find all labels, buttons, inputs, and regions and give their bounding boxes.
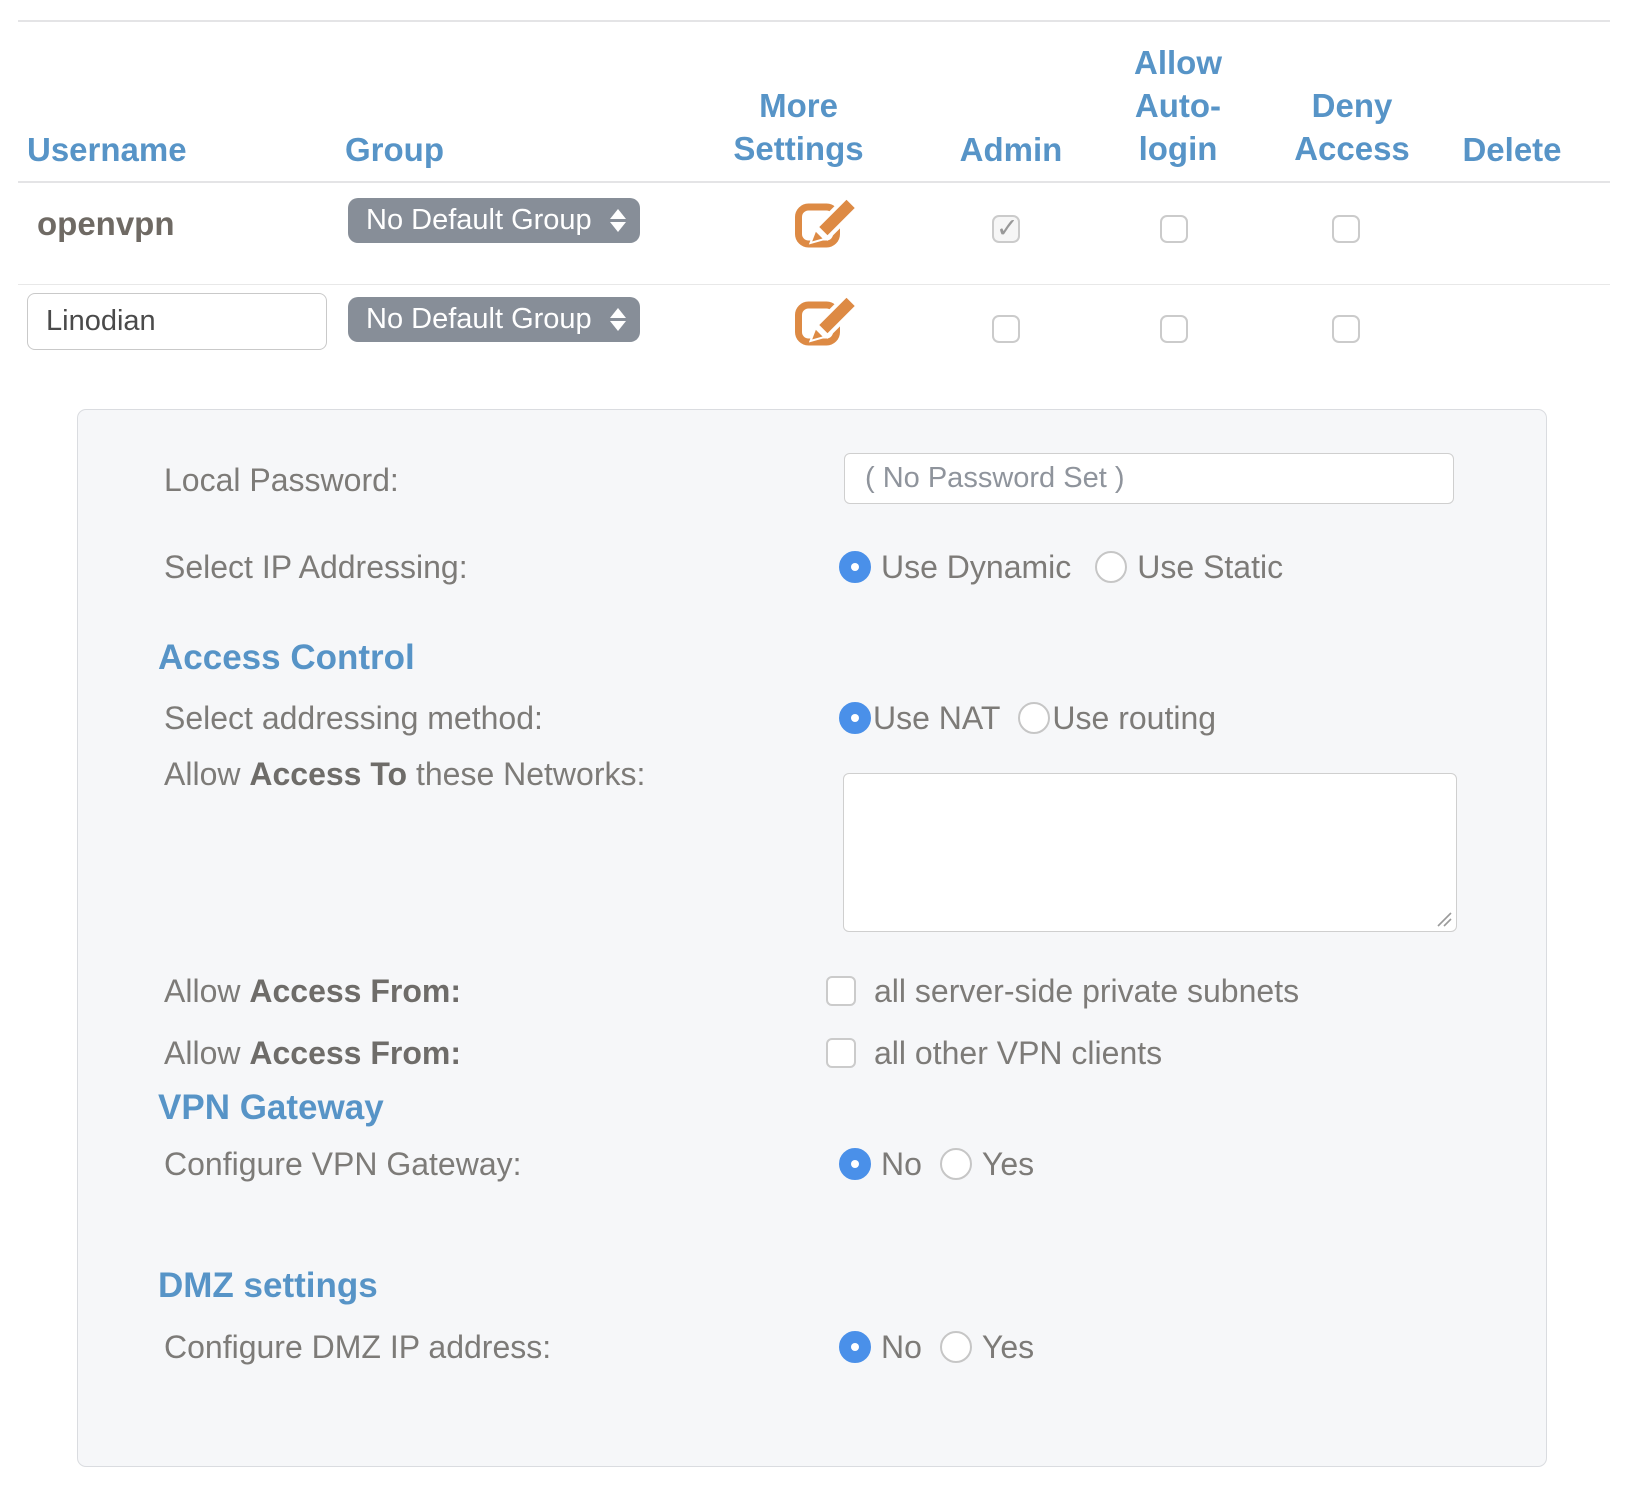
access-from-subnets-label: Allow Access From:: [164, 971, 461, 1011]
dmz-radio-group: No Yes: [839, 1327, 1034, 1367]
access-control-heading: Access Control: [158, 636, 415, 680]
deny-access-checkbox[interactable]: [1332, 215, 1360, 243]
row-divider: [18, 284, 1610, 285]
server-subnets-checkbox[interactable]: [826, 976, 856, 1006]
dmz-yes-label: Yes: [982, 1329, 1034, 1366]
more-settings-line1: More: [716, 84, 881, 127]
dmz-no-radio[interactable]: [839, 1331, 871, 1363]
ip-addressing-label: Select IP Addressing:: [164, 547, 468, 587]
access-to-post: these Networks:: [407, 756, 645, 792]
column-header-deny-access: Deny Access: [1277, 84, 1427, 170]
edit-settings-icon[interactable]: [793, 295, 860, 346]
local-password-input[interactable]: [844, 453, 1454, 504]
access-from-pre: Allow: [164, 973, 249, 1009]
server-subnets-label: all server-side private subnets: [874, 973, 1299, 1010]
deny-access-checkbox[interactable]: [1332, 315, 1360, 343]
autologin-checkbox[interactable]: [1160, 215, 1188, 243]
use-static-label: Use Static: [1137, 549, 1283, 586]
configure-vpn-gateway-label: Configure VPN Gateway:: [164, 1144, 522, 1184]
autologin-checkbox[interactable]: [1160, 315, 1188, 343]
admin-checkbox[interactable]: [992, 215, 1020, 243]
addressing-method-label: Select addressing method:: [164, 698, 543, 738]
use-nat-radio[interactable]: [839, 702, 871, 734]
more-settings-line2: Settings: [716, 127, 881, 170]
local-password-label: Local Password:: [164, 460, 399, 500]
column-header-allow-autologin: Allow Auto- login: [1103, 41, 1253, 170]
configure-dmz-label: Configure DMZ IP address:: [164, 1327, 551, 1367]
access-from-clients-label: Allow Access From:: [164, 1033, 461, 1073]
dmz-settings-heading: DMZ settings: [158, 1264, 378, 1308]
column-header-admin: Admin: [946, 128, 1076, 171]
use-dynamic-label: Use Dynamic: [881, 549, 1071, 586]
column-header-username: Username: [27, 128, 187, 171]
access-to-networks-label: Allow Access To these Networks:: [164, 754, 645, 794]
edit-settings-icon[interactable]: [793, 197, 860, 248]
group-select[interactable]: No Default Group: [348, 198, 640, 243]
other-vpn-clients-checkbox[interactable]: [826, 1038, 856, 1068]
access-to-bold: Access To: [249, 756, 407, 792]
vpn-gateway-radio-group: No Yes: [839, 1144, 1034, 1184]
group-select-value: No Default Group: [366, 303, 592, 336]
vpn-gateway-heading: VPN Gateway: [158, 1086, 384, 1130]
use-routing-label: Use routing: [1052, 700, 1216, 737]
column-header-delete: Delete: [1437, 128, 1587, 171]
access-networks-field: [843, 773, 1457, 932]
access-from-bold: Access From:: [249, 973, 461, 1009]
access-from-subnets-row: all server-side private subnets: [826, 971, 1299, 1011]
select-arrows-icon: [610, 308, 626, 331]
deny-access-line1: Deny: [1277, 84, 1427, 127]
dmz-no-label: No: [881, 1329, 922, 1366]
allow-autologin-line1: Allow: [1103, 41, 1253, 84]
use-dynamic-radio[interactable]: [839, 551, 871, 583]
use-routing-radio[interactable]: [1018, 702, 1050, 734]
ip-addressing-radio-group: Use Dynamic Use Static: [839, 547, 1283, 587]
addressing-method-radio-group: Use NAT Use routing: [839, 698, 1216, 738]
column-header-group: Group: [345, 128, 444, 171]
access-networks-textarea[interactable]: [843, 773, 1457, 932]
vpn-gateway-yes-radio[interactable]: [940, 1148, 972, 1180]
vpn-gateway-no-label: No: [881, 1146, 922, 1183]
user-settings-panel: Local Password: Select IP Addressing: Us…: [77, 409, 1547, 1467]
select-arrows-icon: [610, 209, 626, 232]
access-from-clients-row: all other VPN clients: [826, 1033, 1162, 1073]
allow-autologin-line2: Auto-: [1103, 84, 1253, 127]
user-permissions-page: Username Group More Settings Admin Allow…: [0, 0, 1628, 1502]
access-from-pre: Allow: [164, 1035, 249, 1071]
admin-checkbox[interactable]: [992, 315, 1020, 343]
username-input[interactable]: [27, 293, 327, 350]
other-vpn-clients-label: all other VPN clients: [874, 1035, 1162, 1072]
group-select[interactable]: No Default Group: [348, 297, 640, 342]
group-select-value: No Default Group: [366, 204, 592, 237]
deny-access-line2: Access: [1277, 127, 1427, 170]
header-divider: [18, 181, 1610, 183]
use-static-radio[interactable]: [1095, 551, 1127, 583]
vpn-gateway-yes-label: Yes: [982, 1146, 1034, 1183]
column-header-more-settings: More Settings: [716, 84, 881, 170]
username-text: openvpn: [37, 204, 175, 244]
top-divider: [18, 20, 1610, 22]
dmz-yes-radio[interactable]: [940, 1331, 972, 1363]
vpn-gateway-no-radio[interactable]: [839, 1148, 871, 1180]
allow-autologin-line3: login: [1103, 127, 1253, 170]
use-nat-label: Use NAT: [873, 700, 1000, 737]
access-to-pre: Allow: [164, 756, 249, 792]
access-from-bold: Access From:: [249, 1035, 461, 1071]
